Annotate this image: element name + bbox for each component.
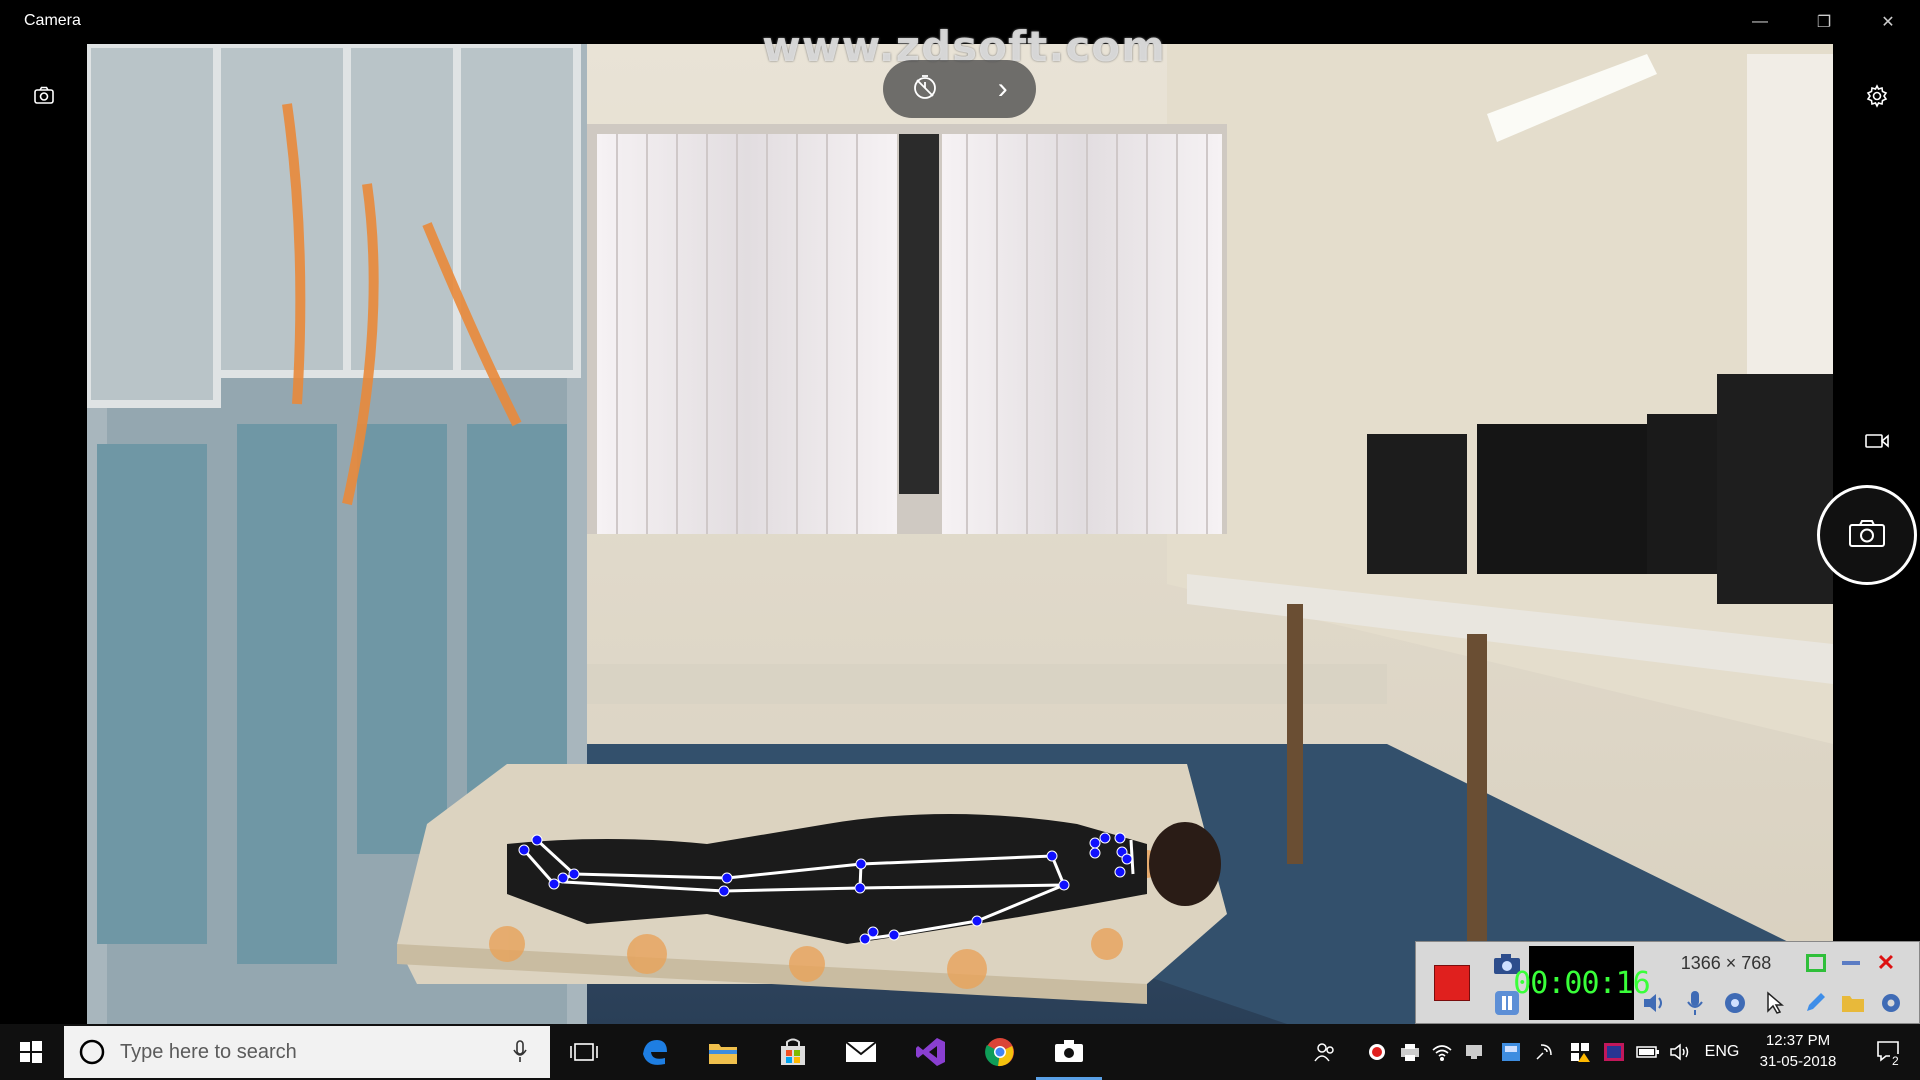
recorder-minimize-button[interactable] [1836, 948, 1866, 978]
search-placeholder: Type here to search [120, 1041, 297, 1063]
recording-timer: 00:00:16 [1513, 946, 1651, 1020]
gear-icon [1882, 994, 1900, 1012]
satellite-icon[interactable] [1530, 1024, 1558, 1080]
speaker-button[interactable] [1638, 986, 1672, 1020]
visual-studio-icon[interactable] [898, 1024, 964, 1080]
printer-icon[interactable] [1396, 1024, 1424, 1080]
action-center-button[interactable]: 2 [1860, 1024, 1920, 1080]
minimize-icon: — [1752, 13, 1768, 30]
network-icon[interactable] [1460, 1024, 1488, 1080]
pen-button[interactable] [1798, 986, 1832, 1020]
photo-camera-icon [1848, 518, 1886, 553]
region-button[interactable] [1801, 948, 1831, 978]
chrome-icon[interactable] [967, 1024, 1033, 1080]
minimize-button[interactable]: — [1728, 0, 1792, 44]
record-stop-icon [1434, 965, 1470, 1001]
cursor-button[interactable] [1758, 986, 1792, 1020]
self-timer-control[interactable]: › [883, 60, 1036, 118]
folder-button[interactable] [1836, 986, 1870, 1020]
taskbar: Type here to search ENG 12:37 PM 31-05-2… [0, 1024, 1920, 1080]
recorder-settings-button[interactable] [1874, 986, 1908, 1020]
left-rail [0, 44, 87, 1024]
video-camera-icon[interactable] [1855, 419, 1899, 463]
restore-button[interactable]: ❐ [1792, 0, 1856, 44]
camera-app-icon[interactable] [1036, 1024, 1102, 1080]
taskbar-clock[interactable]: 12:37 PM 31-05-2018 [1746, 1030, 1850, 1072]
timer-expand-chevron[interactable]: › [998, 74, 1008, 104]
start-button[interactable] [0, 1024, 62, 1080]
input-language[interactable]: ENG [1700, 1024, 1744, 1080]
pen-icon [1807, 993, 1825, 1011]
microphone-button[interactable] [1678, 986, 1712, 1020]
screen-recorder-widget: 00:00:16 1366 × 768 ✕ [1415, 941, 1920, 1024]
close-icon: ✕ [1876, 950, 1896, 975]
battery-icon[interactable] [1634, 1024, 1662, 1080]
recorder-tray-icon[interactable] [1363, 1024, 1391, 1080]
display-tray-icon[interactable] [1600, 1024, 1628, 1080]
speaker-icon [1644, 994, 1662, 1012]
close-button[interactable]: ✕ [1856, 0, 1920, 44]
wifi-icon[interactable] [1428, 1024, 1456, 1080]
people-icon[interactable] [1310, 1024, 1340, 1080]
close-icon: ✕ [1881, 14, 1895, 31]
task-view-icon[interactable] [551, 1024, 617, 1080]
restore-icon: ❐ [1816, 14, 1832, 31]
self-timer-icon[interactable] [911, 72, 941, 107]
region-icon [1806, 954, 1826, 972]
camera-switch-icon[interactable] [22, 74, 66, 118]
recorder-close-button[interactable]: ✕ [1871, 948, 1901, 978]
webcam-icon [1725, 993, 1745, 1013]
edge-icon[interactable] [622, 1024, 688, 1080]
clock-date: 31-05-2018 [1759, 1053, 1837, 1070]
microphone-icon[interactable] [512, 1040, 528, 1064]
cursor-icon [1767, 991, 1784, 1014]
webcam-button[interactable] [1718, 986, 1752, 1020]
window-title: Camera [24, 12, 81, 29]
notification-count: 2 [1890, 1054, 1901, 1068]
cortana-icon [79, 1039, 105, 1065]
camera-viewfinder[interactable] [87, 44, 1833, 1024]
stop-record-button[interactable] [1420, 946, 1484, 1020]
folder-icon [1842, 996, 1864, 1012]
security-icon[interactable] [1566, 1024, 1594, 1080]
gear-icon[interactable] [1855, 74, 1899, 118]
windows-logo-icon [20, 1041, 42, 1063]
volume-icon[interactable] [1666, 1024, 1694, 1080]
store-icon[interactable] [760, 1024, 826, 1080]
file-explorer-icon[interactable] [690, 1024, 756, 1080]
app-tray-icon[interactable] [1497, 1024, 1525, 1080]
microphone-icon [1687, 991, 1703, 1015]
taskbar-search-box[interactable]: Type here to search [64, 1026, 550, 1078]
mail-icon[interactable] [828, 1024, 894, 1080]
camera-app-window: Camera — ❐ ✕ www.zdsoft.com › 00:00:16 1… [0, 0, 1920, 1080]
clock-time: 12:37 PM [1765, 1032, 1831, 1049]
recording-resolution: 1366 × 768 [1680, 952, 1772, 973]
camera-feed [87, 44, 1833, 1024]
minimize-icon [1842, 961, 1860, 965]
take-photo-button[interactable] [1817, 485, 1917, 585]
